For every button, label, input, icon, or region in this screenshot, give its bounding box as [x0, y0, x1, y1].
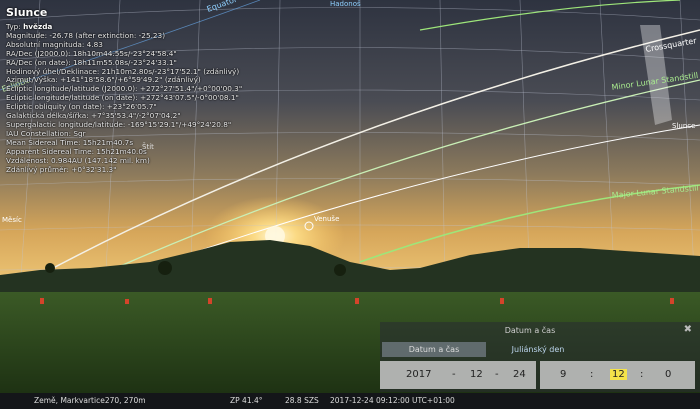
- date-fields[interactable]: 2017 - 12 - 24: [380, 361, 536, 389]
- datetime-text[interactable]: 2017-12-24 09:12:00 UTC+01:00: [330, 393, 455, 409]
- year-field[interactable]: 2017: [406, 369, 431, 380]
- label-venus: Venuše: [314, 215, 339, 223]
- location-text[interactable]: Země, Markvartice270, 270m: [34, 393, 146, 409]
- day-field[interactable]: 24: [513, 369, 526, 380]
- date-time-dialog[interactable]: Datum a čas ✖ Datum a čas Juliánský den …: [380, 322, 700, 392]
- second-field[interactable]: 0: [665, 369, 671, 380]
- time-separator-1: :: [590, 369, 594, 380]
- object-name: Slunce: [6, 6, 48, 19]
- fps-text: 28.8 SZS: [285, 396, 319, 405]
- label-moon: Měsíc: [2, 216, 22, 224]
- tab-julian-day[interactable]: Juliánský den: [492, 342, 584, 357]
- status-bar: Země, Markvartice270, 270m ZP 41.4° 28.8…: [0, 393, 700, 409]
- label-sun: Slunce: [672, 122, 695, 130]
- close-icon[interactable]: ✖: [684, 324, 692, 335]
- hour-field[interactable]: 9: [560, 369, 566, 380]
- label-hadovka: Hadonoš: [330, 0, 361, 8]
- date-separator-1: -: [452, 369, 456, 380]
- date-separator-2: -: [495, 369, 499, 380]
- month-field[interactable]: 12: [470, 369, 483, 380]
- apparent-diameter-row: Zdánlivý průměr: +0°32'31.3": [6, 164, 117, 174]
- time-separator-2: :: [640, 369, 644, 380]
- fov-text: ZP 41.4°: [230, 396, 263, 405]
- object-info-panel: Slunce Typ: hvězda Magnitude: -26.78 (af…: [6, 6, 242, 174]
- dialog-title: Datum a čas: [504, 326, 556, 335]
- minute-field[interactable]: 12: [610, 369, 627, 380]
- time-fields[interactable]: 9 : 12 : 0: [540, 361, 695, 389]
- tab-date-time[interactable]: Datum a čas: [382, 342, 486, 357]
